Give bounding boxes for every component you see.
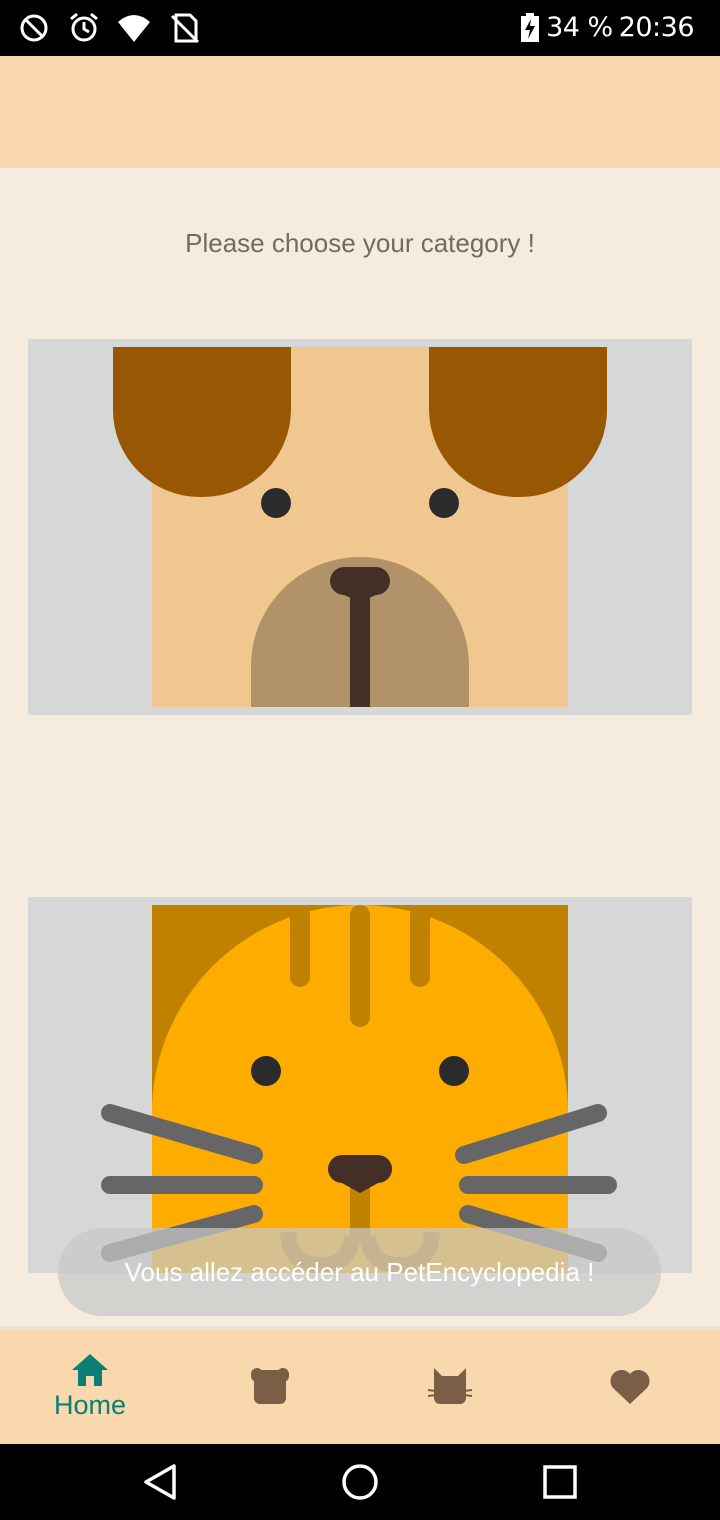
nav-label-home: Home [53,1390,127,1420]
battery-level: 34 % [546,12,613,43]
nav-item-home[interactable]: Home [0,1330,180,1444]
recents-icon[interactable] [540,1462,580,1502]
no-sim-icon [170,13,200,44]
nav-item-dogs[interactable] [180,1330,360,1444]
status-bar: 34 % 20:36 [0,0,720,56]
battery-charging-icon [521,12,540,42]
nav-item-favorites[interactable] [540,1330,720,1444]
page-subtitle: Please choose your category ! [185,228,535,258]
dog-category-card[interactable] [28,339,692,715]
wifi-icon [118,15,150,42]
clock: 20:36 [618,12,695,43]
system-navigation-bar [0,1444,720,1520]
cat-category-card[interactable] [28,897,692,1273]
toast-message: Vous allez accéder au PetEncyclopedia ! [58,1228,661,1316]
dog-face-illustration [113,347,607,707]
alarm-icon [70,12,98,42]
cat-face-illustration [101,905,617,1273]
dog-icon [251,1368,289,1404]
nav-item-cats[interactable] [360,1330,540,1444]
app-bar [0,56,720,168]
home-button-icon[interactable] [340,1462,380,1502]
do-not-disturb-icon [20,14,48,42]
home-icon [72,1354,108,1386]
cat-icon [428,1368,472,1404]
back-icon[interactable] [140,1462,180,1502]
bottom-navigation: Home [0,1330,720,1444]
heart-icon [610,1369,650,1404]
